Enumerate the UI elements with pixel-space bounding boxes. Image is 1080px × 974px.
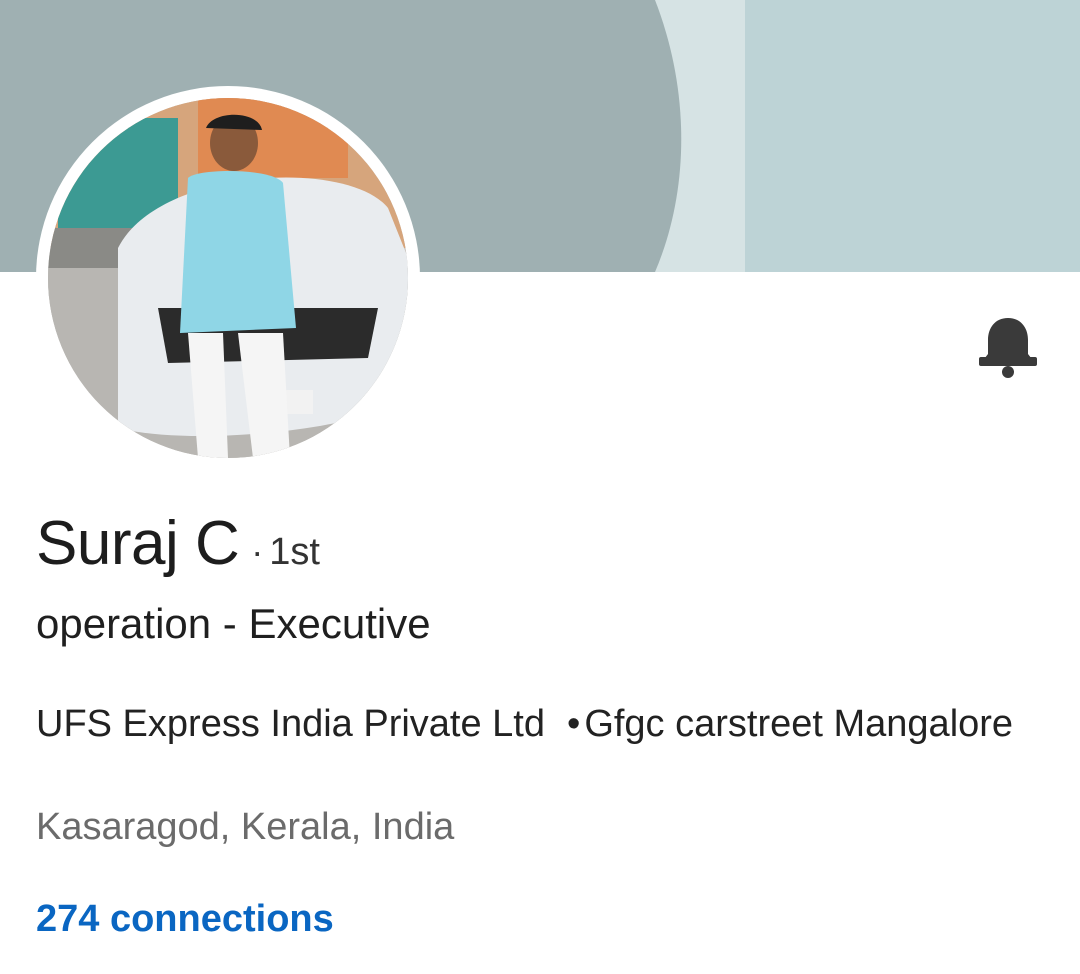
bell-icon — [979, 318, 1037, 378]
profile-headline: operation - Executive — [36, 600, 431, 647]
current-company[interactable]: UFS Express India Private Ltd — [36, 703, 545, 745]
profile-location: Kasaragod, Kerala, India — [36, 806, 455, 848]
education-school[interactable]: Gfgc carstreet Mangalore — [584, 703, 1013, 745]
avatar-photo — [48, 98, 408, 458]
connections-link[interactable]: 274 connections — [36, 898, 334, 941]
notification-bell-button[interactable] — [970, 308, 1046, 384]
company-education-line: UFS Express India Private Ltd • Gfgc carst… — [36, 700, 1036, 748]
education-separator: • — [567, 703, 581, 745]
name-row: Suraj C · 1st — [36, 508, 320, 579]
profile-avatar[interactable] — [48, 98, 408, 458]
degree-separator: · — [251, 531, 264, 572]
profile-name: Suraj C — [36, 509, 240, 578]
connection-degree: 1st — [269, 531, 320, 573]
